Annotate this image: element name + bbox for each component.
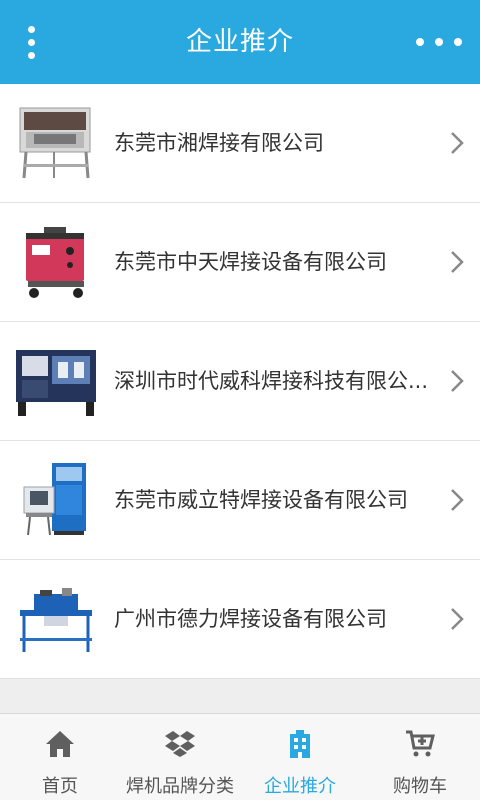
chevron-right-icon	[451, 370, 464, 392]
list-item[interactable]: 东莞市威立特焊接设备有限公司	[0, 441, 480, 560]
page-title: 企业推介	[185, 27, 294, 57]
welding-machine-photo	[16, 350, 96, 416]
company-name: 广州市德力焊接设备有限公司	[114, 607, 387, 631]
list-item[interactable]: 深圳市时代威科焊接科技有限公...	[0, 322, 480, 441]
home-icon	[46, 731, 74, 757]
list-item[interactable]: 东莞市湘焊接有限公司	[0, 84, 480, 203]
tab-company[interactable]: 企业推介	[240, 714, 360, 800]
tab-cart[interactable]: 购物车	[360, 714, 480, 800]
chevron-right-icon	[451, 251, 464, 273]
app-screen: 企业推介 东莞市湘焊接有限公司 东莞市中天焊接设备有限公司 深圳市时代威科焊接科…	[0, 0, 480, 800]
tab-label: 企业推介	[264, 776, 336, 797]
bottom-tab-bar: 首页 焊机品牌分类 企业推介 购物车	[0, 713, 480, 800]
top-bar: 企业推介	[0, 0, 480, 84]
list-item[interactable]: 东莞市中天焊接设备有限公司	[0, 203, 480, 322]
company-name: 东莞市湘焊接有限公司	[114, 131, 324, 155]
company-list: 东莞市湘焊接有限公司 东莞市中天焊接设备有限公司 深圳市时代威科焊接科技有限公.…	[0, 84, 480, 679]
welding-machine-photo	[19, 107, 91, 179]
welding-machine-photo	[20, 588, 92, 652]
tab-label: 焊机品牌分类	[126, 776, 234, 797]
list-item[interactable]: 广州市德力焊接设备有限公司	[0, 560, 480, 679]
building-icon	[290, 730, 310, 758]
welding-machine-photo	[23, 463, 86, 536]
chevron-right-icon	[451, 608, 464, 630]
cart-icon	[406, 730, 435, 757]
chevron-right-icon	[451, 489, 464, 511]
company-name: 深圳市时代威科焊接科技有限公...	[114, 369, 429, 393]
dropbox-icon	[165, 731, 195, 757]
tab-brand-category[interactable]: 焊机品牌分类	[120, 714, 240, 800]
company-name: 东莞市中天焊接设备有限公司	[114, 250, 387, 274]
chevron-right-icon	[451, 132, 464, 154]
company-name: 东莞市威立特焊接设备有限公司	[114, 488, 408, 512]
tab-label: 购物车	[393, 776, 447, 797]
tab-label: 首页	[42, 776, 78, 797]
tab-home[interactable]: 首页	[0, 714, 120, 800]
horizontal-dots-icon[interactable]	[416, 26, 462, 58]
welding-machine-photo	[26, 227, 84, 298]
